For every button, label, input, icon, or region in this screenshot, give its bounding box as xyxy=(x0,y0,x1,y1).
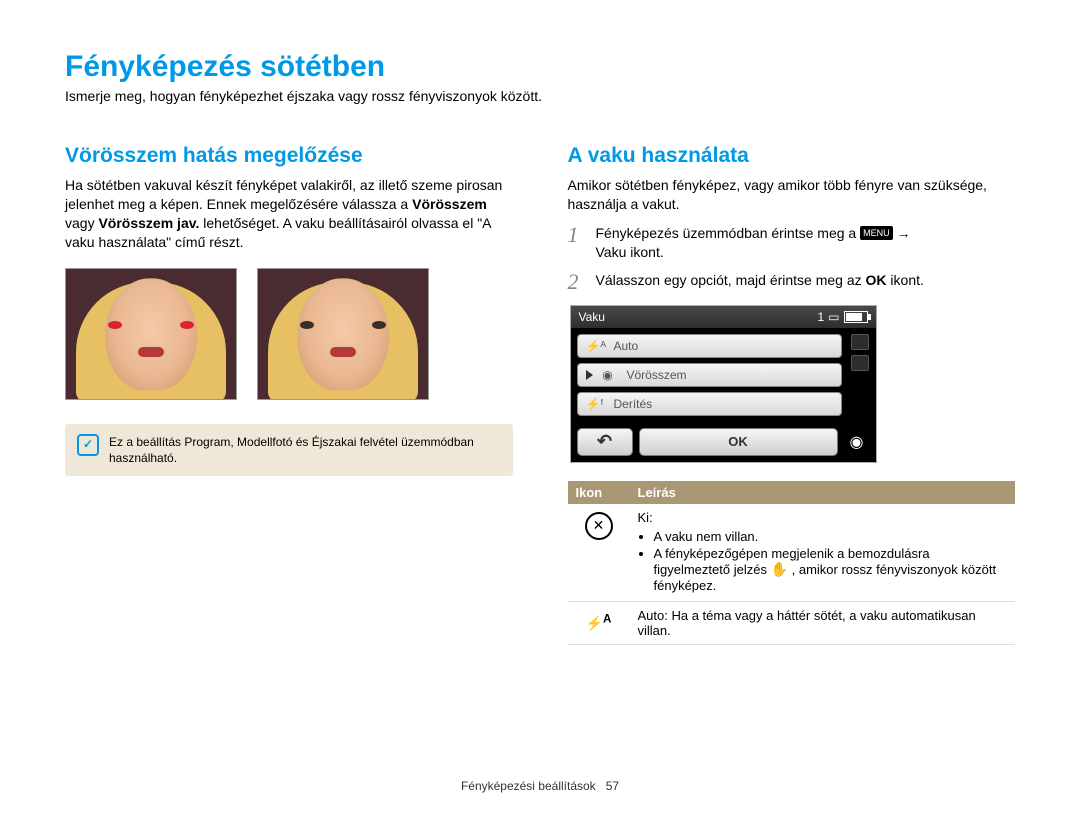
lcd-option-label: Auto xyxy=(614,339,639,353)
shake-warning-icon: ✋ xyxy=(771,561,788,577)
text: ikont. xyxy=(630,244,663,260)
redeye-paragraph: Ha sötétben vakuval készít fényképet val… xyxy=(65,176,513,252)
flash-fill-icon: ⚡ᶠ xyxy=(586,397,604,411)
lcd-side-icon xyxy=(851,334,869,350)
lcd-option-redeye: ◉ Vörösszem xyxy=(577,363,842,387)
page-subtitle: Ismerje meg, hogyan fényképezhet éjszaka… xyxy=(65,88,1015,104)
lcd-ok-button: OK xyxy=(639,428,838,456)
lcd-header: Vaku 1 ▭ xyxy=(571,306,876,328)
lcd-count: 1 xyxy=(817,310,824,324)
table-header-row: Ikon Leírás xyxy=(568,481,1016,504)
step-number: 2 xyxy=(568,271,588,293)
example-photos xyxy=(65,268,513,400)
lcd-option-label: Derítés xyxy=(614,397,653,411)
redeye-icon: ◉ xyxy=(599,368,617,382)
left-column: Vörösszem hatás megelőzése Ha sötétben v… xyxy=(65,144,513,645)
two-column-layout: Vörösszem hatás megelőzése Ha sötétben v… xyxy=(65,144,1015,645)
step-text: Válasszon egy opciót, majd érintse meg a… xyxy=(596,271,924,293)
photo-redeye-fixed xyxy=(257,268,429,400)
table-row: ✕ Ki: A vaku nem villan. A fényképezőgép… xyxy=(568,504,1016,602)
text: Válasszon egy opciót, majd érintse meg a… xyxy=(596,272,866,288)
desc-cell: Ki: A vaku nem villan. A fényképezőgépen… xyxy=(630,504,1016,602)
flash-icon-table: Ikon Leírás ✕ Ki: A vaku nem villan. A f… xyxy=(568,481,1016,645)
lcd-side-icon xyxy=(851,355,869,371)
redeye-icon: ◉ xyxy=(844,432,870,452)
text: Fényképezés üzemmódban érintse meg a xyxy=(596,225,861,241)
lcd-status: 1 ▭ xyxy=(817,310,867,324)
step-number: 1 xyxy=(568,224,588,263)
right-column: A vaku használata Amikor sötétben fényké… xyxy=(568,144,1016,645)
camera-lcd-mock: Vaku 1 ▭ ⚡ᴬ Auto ◉ xyxy=(570,305,877,463)
lcd-title: Vaku xyxy=(579,310,605,324)
memory-icon: ▭ xyxy=(828,310,839,324)
lcd-option-fill: ⚡ᶠ Derítés xyxy=(577,392,842,416)
lcd-back-button: ↶ xyxy=(577,428,633,456)
text-bold: Vörösszem jav. xyxy=(98,215,199,231)
lcd-body: ⚡ᴬ Auto ◉ Vörösszem ⚡ᶠ Derítés xyxy=(571,328,876,422)
flash-auto-icon: ⚡ᴬ xyxy=(586,339,604,353)
step-text: Fényképezés üzemmódban érintse meg a MEN… xyxy=(596,224,911,263)
flash-intro: Amikor sötétben fényképez, vagy amikor t… xyxy=(568,176,1016,214)
text: ikont. xyxy=(890,272,923,288)
text-bold: Vaku xyxy=(596,244,627,260)
flash-auto-icon: ⚡A xyxy=(568,601,630,644)
ok-icon: OK xyxy=(866,272,887,288)
manual-page: Fényképezés sötétben Ismerje meg, hogyan… xyxy=(0,0,1080,645)
note-box: ✓ Ez a beállítás Program, Modellfotó és … xyxy=(65,424,513,476)
redeye-heading: Vörösszem hatás megelőzése xyxy=(65,144,513,168)
bullet: A vaku nem villan. xyxy=(654,529,1008,544)
note-icon: ✓ xyxy=(77,434,99,456)
text: : Ha a téma vagy a háttér sötét, a vaku … xyxy=(638,608,976,638)
col-icon: Ikon xyxy=(568,481,630,504)
desc-cell: Auto: Ha a téma vagy a háttér sötét, a v… xyxy=(630,601,1016,644)
text: vagy xyxy=(65,215,98,231)
lcd-footer: ↶ OK ◉ xyxy=(571,422,876,462)
flash-heading: A vaku használata xyxy=(568,144,1016,168)
menu-icon: MENU xyxy=(860,226,893,241)
flash-off-icon: ✕ xyxy=(568,504,630,602)
text: : xyxy=(649,510,653,525)
row-title: Auto xyxy=(638,608,665,623)
lcd-sidebar xyxy=(848,328,876,422)
bullets: A vaku nem villan. A fényképezőgépen meg… xyxy=(638,529,1008,593)
footer-chapter: Fényképezési beállítások xyxy=(461,779,596,793)
step-1: 1 Fényképezés üzemmódban érintse meg a M… xyxy=(568,224,1016,263)
arrow-icon: → xyxy=(896,225,910,241)
page-footer: Fényképezési beállítások 57 xyxy=(0,779,1080,793)
row-title: Ki xyxy=(638,510,650,525)
battery-icon xyxy=(844,311,868,323)
photo-redeye xyxy=(65,268,237,400)
note-text: Ez a beállítás Program, Modellfotó és Éj… xyxy=(109,434,501,466)
page-title: Fényképezés sötétben xyxy=(65,50,1015,84)
lcd-option-auto: ⚡ᴬ Auto xyxy=(577,334,842,358)
table-row: ⚡A Auto: Ha a téma vagy a háttér sötét, … xyxy=(568,601,1016,644)
bullet: A fényképezőgépen megjelenik a bemozdulá… xyxy=(654,546,1008,593)
footer-page-number: 57 xyxy=(606,779,619,793)
lcd-option-label: Vörösszem xyxy=(627,368,687,382)
text-bold: Vörösszem xyxy=(412,196,487,212)
step-2: 2 Válasszon egy opciót, majd érintse meg… xyxy=(568,271,1016,293)
col-desc: Leírás xyxy=(630,481,1016,504)
lcd-options: ⚡ᴬ Auto ◉ Vörösszem ⚡ᶠ Derítés xyxy=(571,328,848,422)
